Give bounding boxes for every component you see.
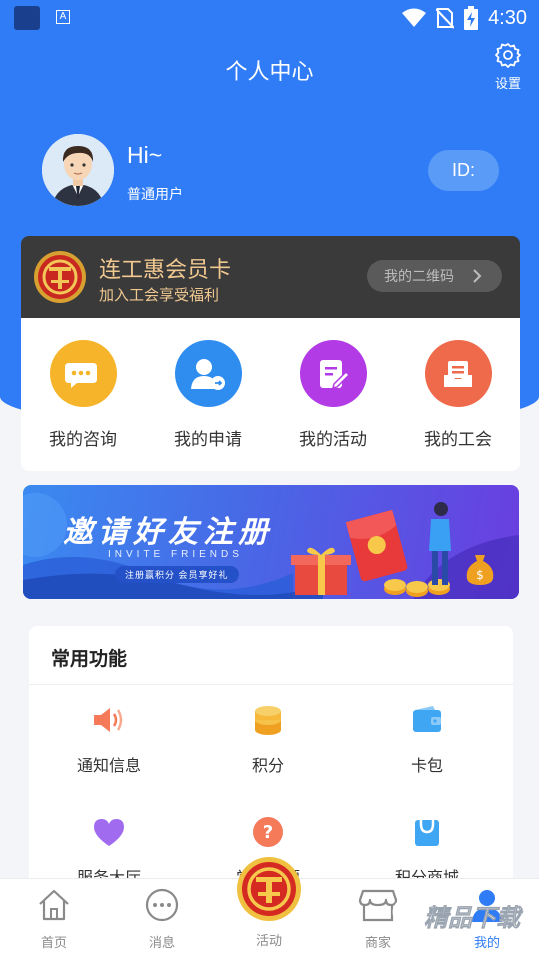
wallet-icon <box>409 702 445 738</box>
id-button[interactable]: ID: <box>428 150 499 191</box>
question-icon: ? <box>250 814 286 850</box>
quick-action-my-activity[interactable]: 我的活动 <box>273 340 393 450</box>
my-qr-code-button[interactable]: 我的二维码 <box>367 260 502 292</box>
app-notification-icon <box>14 6 40 30</box>
function-service-hall[interactable]: 服务大厅 <box>49 814 169 888</box>
settings-label: 设置 <box>494 76 521 91</box>
tab-label: 首页 <box>40 935 67 950</box>
quick-action-label: 我的咨询 <box>49 430 117 449</box>
banner-subtitle: INVITE FRIENDS <box>108 549 243 560</box>
greeting: Hi~ <box>127 142 163 168</box>
quick-action-label: 我的工会 <box>424 430 492 449</box>
wifi-icon <box>402 8 427 27</box>
watermark-logo: 精品下载 <box>392 898 524 932</box>
gear-icon <box>495 43 521 68</box>
quick-actions-panel: 我的咨询 我的申请 我的活动 我的工会 <box>21 318 520 471</box>
function-notifications[interactable]: 通知信息 <box>49 702 169 776</box>
no-sim-icon <box>436 8 455 29</box>
quick-action-my-consult[interactable]: 我的咨询 <box>23 340 143 450</box>
page-title: 个人中心 <box>225 59 314 84</box>
invite-friends-banner[interactable]: $ 邀请好友注册 INVITE FRIENDS 注册赢积分 会员享好礼 <box>23 485 519 599</box>
quick-action-label: 我的活动 <box>299 430 367 449</box>
tab-messages[interactable]: 消息 <box>122 887 202 951</box>
svg-text:$: $ <box>476 568 484 582</box>
status-bar: A 4:30 <box>0 0 539 36</box>
shopping-bag-icon <box>409 814 445 850</box>
avatar[interactable] <box>42 134 114 206</box>
member-card-subtitle: 加入工会享受福利 <box>99 287 220 304</box>
function-points[interactable]: 积分 <box>208 702 328 776</box>
function-label: 卡包 <box>410 758 443 775</box>
settings-button[interactable]: 设置 <box>488 42 528 92</box>
qr-button-label: 我的二维码 <box>384 268 454 284</box>
battery-charging-icon <box>464 6 479 30</box>
function-card-wallet[interactable]: 卡包 <box>367 702 487 776</box>
member-card[interactable]: 连工惠会员卡 加入工会享受福利 我的二维码 <box>21 236 520 318</box>
speaker-icon <box>91 702 127 738</box>
home-icon <box>39 889 69 921</box>
function-label: 积分 <box>251 758 284 775</box>
watermark-text: 精品下载 <box>424 904 524 932</box>
edit-note-icon <box>299 340 367 407</box>
user-apply-icon <box>174 340 242 407</box>
banner-pill: 注册赢积分 会员享好礼 <box>115 566 239 583</box>
person-illustration <box>429 502 451 585</box>
member-card-title: 连工惠会员卡 <box>99 257 232 282</box>
svg-text:?: ? <box>263 822 273 843</box>
chevron-right-icon <box>473 269 482 283</box>
gift-box-icon <box>291 547 351 595</box>
banner-title: 邀请好友注册 <box>63 515 273 550</box>
money-bag-icon: $ <box>466 555 494 585</box>
tab-label: 消息 <box>148 935 175 950</box>
inbox-tray-icon <box>424 340 492 407</box>
coin-stack-icon <box>250 702 286 738</box>
tab-home[interactable]: 首页 <box>14 887 94 951</box>
quick-action-my-apply[interactable]: 我的申请 <box>148 340 268 450</box>
function-points-mall[interactable]: 积分商城 <box>367 814 487 888</box>
user-type: 普通用户 <box>127 186 183 202</box>
quick-action-my-union[interactable]: 我的工会 <box>398 340 518 450</box>
quick-action-label: 我的申请 <box>174 430 242 449</box>
union-logo-icon <box>237 857 301 921</box>
chat-bubbles-icon <box>49 340 117 407</box>
divider <box>29 684 513 685</box>
heart-icon <box>91 814 127 850</box>
section-title: 常用功能 <box>51 649 128 670</box>
tab-label: 活动 <box>255 933 282 948</box>
clock: 4:30 <box>488 6 527 29</box>
text-notification-icon: A <box>56 10 70 24</box>
union-logo-icon <box>34 251 86 303</box>
function-label: 通知信息 <box>76 758 141 775</box>
message-icon <box>145 888 179 922</box>
